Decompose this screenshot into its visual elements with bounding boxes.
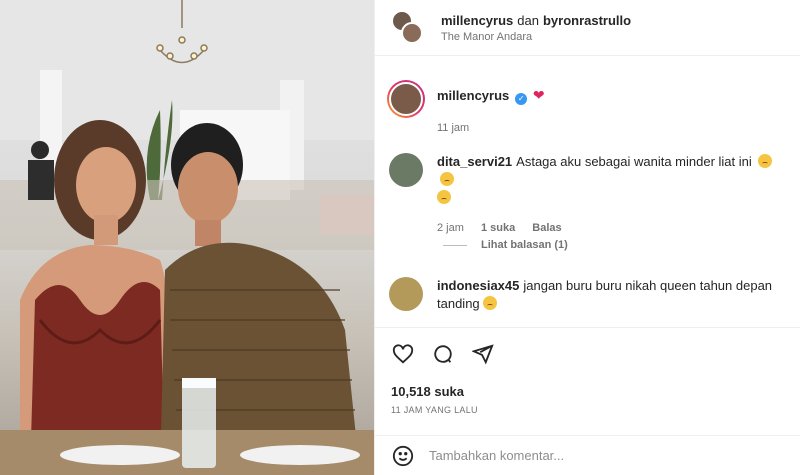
comment-likes[interactable]: 1 suka — [481, 222, 515, 234]
surprised-emoji-icon — [482, 296, 497, 310]
comment-meta: 2 jam 1 suka Balas — [437, 219, 786, 237]
caption-row: millencyrus ✓ ❤ 11 jam — [387, 80, 786, 137]
avatar-dita-servi21[interactable] — [389, 153, 423, 187]
sad-emoji-icon — [437, 190, 451, 204]
sad-emoji-icon — [440, 172, 454, 186]
avatar-byronrastrullo[interactable] — [401, 21, 423, 44]
caption-text: ❤ — [532, 87, 545, 103]
comment-item: dita_servi21 Astaga aku sebagai wanita mi… — [389, 153, 786, 237]
collab-avatars[interactable] — [389, 8, 429, 48]
post-photo[interactable] — [0, 0, 374, 475]
caption-body: millencyrus ✓ ❤ 11 jam — [437, 80, 786, 137]
avatar-caption[interactable] — [387, 80, 425, 118]
comment-text: Astaga aku sebagai wanita minder liat in… — [516, 154, 752, 169]
view-replies-button[interactable]: Lihat balasan (1) — [443, 239, 568, 251]
comment-username[interactable]: indonesiax45 — [437, 278, 519, 293]
comments-section[interactable]: millencyrus ✓ ❤ 11 jam dita_servi21 Astaga… — [375, 57, 800, 327]
caption-meta: 11 jam — [437, 119, 786, 137]
comment-username[interactable]: dita_servi21 — [437, 154, 512, 169]
verified-icon: ✓ — [515, 93, 528, 105]
comment-body: indonesiax45 jangan buru buru nikah queen… — [437, 277, 786, 313]
reply-button[interactable]: Balas — [532, 222, 561, 234]
comment-input[interactable] — [429, 448, 729, 463]
comment-icon[interactable] — [431, 342, 455, 366]
emoji-icon[interactable] — [391, 444, 415, 468]
view-replies-label: Lihat balasan (1) — [481, 239, 568, 251]
post-actions: 10,518 suka 11 JAM YANG LALU — [375, 327, 800, 475]
post-time[interactable]: 11 JAM YANG LALU — [391, 405, 800, 415]
location-link[interactable]: The Manor Andara — [441, 31, 631, 43]
comment-item: indonesiax45 jangan buru buru nikah queen… — [389, 277, 786, 313]
heart-icon[interactable] — [391, 342, 415, 366]
comment-time[interactable]: 2 jam — [437, 222, 464, 234]
replies-divider — [443, 244, 467, 246]
add-comment-bar — [375, 435, 800, 475]
post-header: millencyrus dan byronrastrullo The Manor A… — [375, 0, 800, 56]
likes-count[interactable]: 10,518 suka — [391, 384, 800, 399]
comment-body: dita_servi21 Astaga aku sebagai wanita mi… — [437, 153, 786, 237]
header-text: millencyrus dan byronrastrullo The Manor A… — [441, 13, 631, 43]
post-photo-illustration — [0, 0, 374, 475]
caption-username[interactable]: millencyrus — [437, 88, 509, 103]
sad-emoji-icon — [758, 154, 773, 168]
post-detail-panel: millencyrus dan byronrastrullo The Manor A… — [374, 0, 800, 475]
avatar-indonesiax45[interactable] — [389, 277, 423, 311]
caption-time[interactable]: 11 jam — [437, 122, 469, 134]
share-icon[interactable] — [471, 342, 495, 366]
action-icons — [375, 328, 800, 366]
header-usernames: millencyrus dan byronrastrullo — [441, 13, 631, 28]
header-conjunction: dan — [517, 12, 539, 28]
header-user1-link[interactable]: millencyrus — [441, 13, 513, 28]
header-user2-link[interactable]: byronrastrullo — [543, 13, 631, 28]
